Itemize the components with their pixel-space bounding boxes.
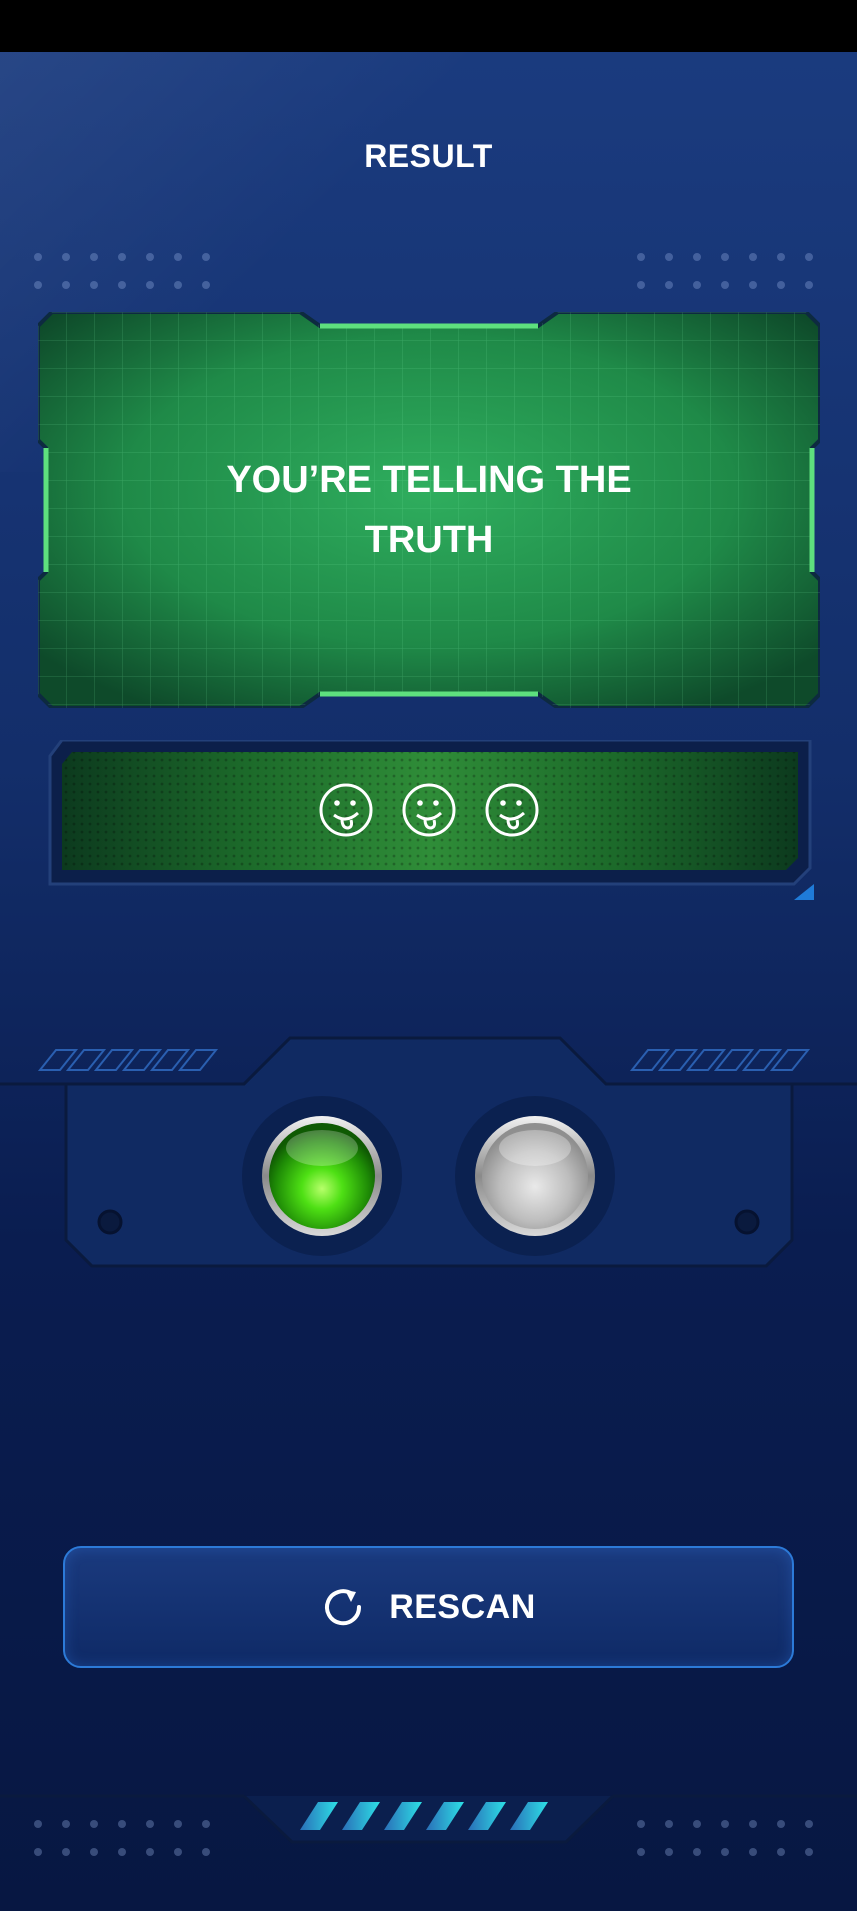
dot-grid-bottom-left (34, 1820, 230, 1856)
dot-grid-top-left (34, 253, 230, 289)
rescan-button[interactable]: RESCAN (63, 1546, 794, 1668)
page-title: RESULT (364, 138, 493, 174)
tongue-face-icon (319, 783, 373, 837)
result-message: YOU’RE TELLING THE TRUTH (226, 459, 632, 561)
tongue-face-icon (485, 783, 539, 837)
face-row (318, 782, 540, 842)
dot-grid-bottom-right (637, 1820, 833, 1856)
tongue-face-icon (402, 783, 456, 837)
refresh-icon (325, 1589, 362, 1626)
white-indicator-light (475, 1116, 595, 1236)
indicator-panel (0, 1030, 857, 1270)
status-bar (0, 0, 857, 52)
rescan-label: RESCAN (389, 1587, 536, 1626)
dot-grid-top-right (637, 253, 833, 289)
green-indicator-light (262, 1116, 382, 1236)
result-panel: YOU’RE TELLING THE TRUTH (38, 312, 820, 708)
